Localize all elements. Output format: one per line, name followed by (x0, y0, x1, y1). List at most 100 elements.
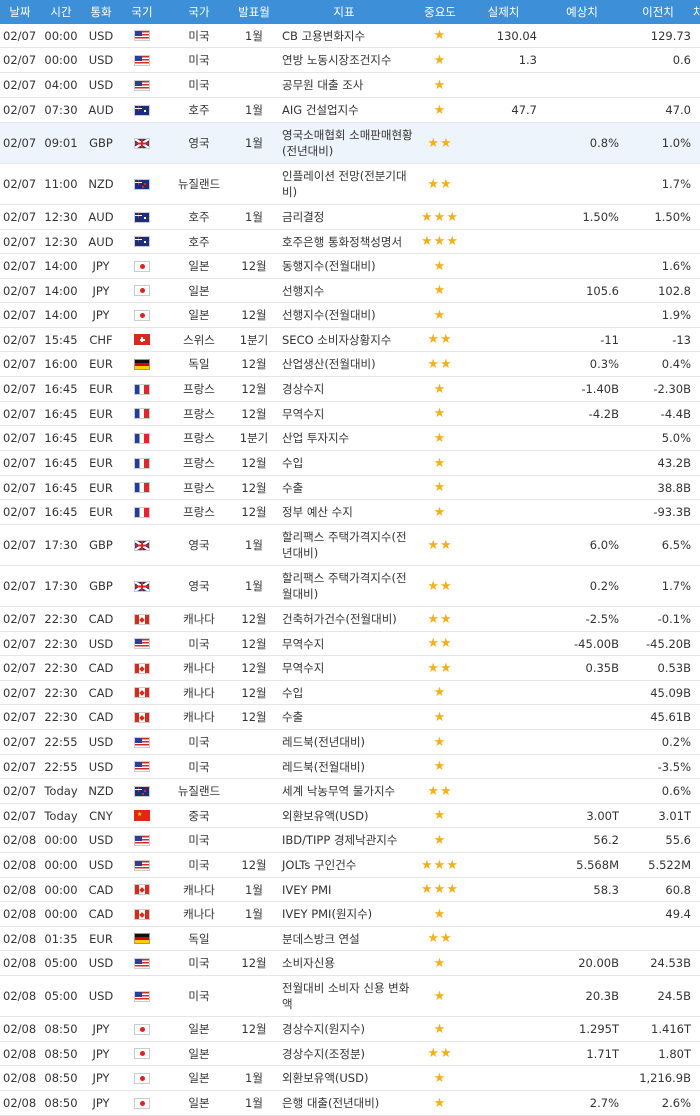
header-period[interactable]: 발표월 (234, 4, 274, 20)
table-row[interactable]: 02/08 08:50 JPY 일본 1월 외환보유액(USD) ★ 1,216.9B (0, 1066, 700, 1091)
table-row[interactable]: 02/07 04:00 USD 미국 공무원 대출 조사 ★ (0, 73, 700, 98)
cell-indicator[interactable]: IBD/TIPP 경제낙관지수 (274, 832, 414, 848)
cell-indicator[interactable]: 연방 노동시장조건지수 (274, 52, 414, 68)
cell-indicator[interactable]: 외환보유액(USD) (274, 1070, 414, 1086)
cell-time: Today (44, 784, 78, 798)
cell-indicator[interactable]: 인플레이션 전망(전분기대비) (274, 168, 414, 200)
cell-indicator[interactable]: 소비자신용 (274, 955, 414, 971)
table-row[interactable]: 02/07 07:30 AUD 호주 1월 AIG 건설업지수 ★ 47.7 47.0 (0, 98, 700, 123)
header-indicator[interactable]: 지표 (274, 4, 414, 20)
cell-indicator[interactable]: 정부 예산 수지 (274, 504, 414, 520)
table-row[interactable]: 02/07 16:45 EUR 프랑스 12월 경상수지 ★ -1.40B -2.30B (0, 377, 700, 402)
table-row[interactable]: 02/07 16:00 EUR 독일 12월 산업생산(전월대비) ★★ 0.3% 0.4% (0, 352, 700, 377)
cell-indicator[interactable]: 선행지수(전월대비) (274, 307, 414, 323)
table-row[interactable]: 02/08 08:50 JPY 일본 12월 경상수지(원지수) ★ 1.295T 1.416T (0, 1017, 700, 1042)
cell-indicator[interactable]: 산업 투자지수 (274, 430, 414, 446)
table-row[interactable]: 02/08 05:00 USD 미국 전월대비 소비자 신용 변화액 ★ 20.3B 24.5… (0, 976, 700, 1017)
cell-indicator[interactable]: 영국소매협회 소매판매현황(전년대비) (274, 127, 414, 159)
cell-indicator[interactable]: 공무원 대출 조사 (274, 77, 414, 93)
cell-indicator[interactable]: 경상수지(원지수) (274, 1021, 414, 1037)
table-row[interactable]: 02/07 16:45 EUR 프랑스 12월 정부 예산 수지 ★ -93.3B (0, 500, 700, 525)
table-row[interactable]: 02/07 14:00 JPY 일본 12월 선행지수(전월대비) ★ 1.9% (0, 303, 700, 328)
cell-indicator[interactable]: SECO 소비자상황지수 (274, 332, 414, 348)
cell-indicator[interactable]: 호주은행 통화정책성명서 (274, 234, 414, 250)
table-row[interactable]: 02/07 12:30 AUD 호주 호주은행 통화정책성명서 ★★★ (0, 230, 700, 254)
cell-indicator[interactable]: 금리결정 (274, 209, 414, 225)
cell-indicator[interactable]: 무역수지 (274, 636, 414, 652)
cell-indicator[interactable]: 전월대비 소비자 신용 변화액 (274, 980, 414, 1012)
cell-indicator[interactable]: 무역수지 (274, 406, 414, 422)
header-time[interactable]: 시간 (40, 4, 82, 20)
table-row[interactable]: 02/08 00:00 USD 미국 12월 JOLTs 구인건수 ★★★ 5.568M 5.5… (0, 853, 700, 878)
cell-indicator[interactable]: 할리팩스 주택가격지수(전년대비) (274, 529, 414, 561)
cell-previous: 0.53B (657, 661, 692, 675)
cell-indicator[interactable]: 무역수지 (274, 660, 414, 676)
cell-indicator[interactable]: CB 고용변화지수 (274, 28, 414, 44)
cell-indicator[interactable]: 레드북(전년대비) (274, 734, 414, 750)
cell-previous: 45.09B (650, 685, 691, 700)
header-flag[interactable]: 국기 (120, 4, 164, 20)
table-row[interactable]: 02/07 11:00 NZD 뉴질랜드 인플레이션 전망(전분기대비) ★★ 1.7% (0, 164, 700, 205)
cell-date: 02/07 (3, 431, 37, 445)
table-row[interactable]: 02/07 Today CNY ★ 중국 외환보유액(USD) ★ 3.00T 3.01T (0, 804, 700, 828)
cell-indicator[interactable]: 수출 (274, 480, 414, 496)
table-row[interactable]: 02/07 09:01 GBP 영국 1월 영국소매협회 소매판매현황(전년대비) ★★ 0.… (0, 123, 700, 164)
fr-flag-icon (134, 383, 150, 395)
cell-indicator[interactable]: 세계 낙농무역 물가지수 (274, 783, 414, 799)
table-row[interactable]: 02/07 22:55 USD 미국 레드북(전년대비) ★ 0.2% (0, 730, 700, 755)
table-row[interactable]: 02/08 05:00 USD 미국 12월 소비자신용 ★ 20.00B 24.53B (0, 951, 700, 976)
table-row[interactable]: 02/07 17:30 GBP 영국 1월 할리팩스 주택가격지수(전년대비) ★★ 6.0%… (0, 525, 700, 566)
table-row[interactable]: 02/08 00:00 USD 미국 IBD/TIPP 경제낙관지수 ★ 56.2 55.6 (0, 828, 700, 853)
table-row[interactable]: 02/07 22:55 USD 미국 레드북(전월대비) ★ -3.5% (0, 755, 700, 779)
cell-time: 17:30 (44, 579, 78, 593)
table-row[interactable]: 02/07 22:30 USD 미국 12월 무역수지 ★★ -45.00B -45.20B (0, 632, 700, 656)
table-row[interactable]: 02/07 16:45 EUR 프랑스 1분기 산업 투자지수 ★ 5.0% (0, 426, 700, 451)
cell-indicator[interactable]: IVEY PMI (274, 882, 414, 898)
table-row[interactable]: 02/07 16:45 EUR 프랑스 12월 수출 ★ 38.8B (0, 476, 700, 500)
cell-period: 12월 (241, 636, 267, 651)
cell-indicator[interactable]: AIG 건설업지수 (274, 102, 414, 118)
header-forecast[interactable]: 예상치 (541, 4, 623, 20)
cell-indicator[interactable]: 건축허가건수(전월대비) (274, 611, 414, 627)
table-row[interactable]: 02/07 22:30 CAD 캐나다 12월 수입 ★ 45.09B (0, 681, 700, 705)
cell-indicator[interactable]: IVEY PMI(원지수) (274, 906, 414, 922)
table-row[interactable]: 02/08 08:50 JPY 일본 1월 은행 대출(전년대비) ★ 2.7% 2.6% (0, 1091, 700, 1116)
cell-indicator[interactable]: 수출 (274, 709, 414, 725)
table-row[interactable]: 02/07 16:45 EUR 프랑스 12월 수입 ★ 43.2B (0, 451, 700, 476)
table-row[interactable]: 02/07 14:00 JPY 일본 선행지수 ★ 105.6 102.8 (0, 279, 700, 303)
cell-indicator[interactable]: 은행 대출(전년대비) (274, 1095, 414, 1111)
table-row[interactable]: 02/08 08:50 JPY 일본 경상수지(조정분) ★★ 1.71T 1.80T (0, 1042, 700, 1066)
table-row[interactable]: 02/07 Today NZD 뉴질랜드 세계 낙농무역 물가지수 ★★ 0.6% (0, 779, 700, 804)
cell-indicator[interactable]: 레드북(전월대비) (274, 759, 414, 775)
cell-indicator[interactable]: 외환보유액(USD) (274, 808, 414, 824)
table-row[interactable]: 02/08 00:00 CAD 캐나다 1월 IVEY PMI ★★★ 58.3 60.8 (0, 878, 700, 902)
cell-indicator[interactable]: JOLTs 구인건수 (274, 857, 414, 873)
cell-indicator[interactable]: 수입 (274, 685, 414, 701)
table-row[interactable]: 02/07 15:45 CHF 스위스 1분기 SECO 소비자상황지수 ★★ -11 -13 (0, 328, 700, 352)
header-actual[interactable]: 실제치 (466, 4, 541, 20)
cell-indicator[interactable]: 경상수지 (274, 381, 414, 397)
table-row[interactable]: 02/07 14:00 JPY 일본 12월 동행지수(전월대비) ★ 1.6% (0, 254, 700, 279)
cell-indicator[interactable]: 할리팩스 주택가격지수(전월대비) (274, 570, 414, 602)
header-currency[interactable]: 통화 (82, 4, 120, 20)
table-row[interactable]: 02/08 00:00 CAD 캐나다 1월 IVEY PMI(원지수) ★ 49.4 (0, 902, 700, 927)
cell-indicator[interactable]: 수입 (274, 455, 414, 471)
header-importance[interactable]: 중요도 (414, 4, 466, 20)
table-row[interactable]: 02/07 22:30 CAD 캐나다 12월 수출 ★ 45.61B (0, 705, 700, 730)
table-row[interactable]: 02/07 16:45 EUR 프랑스 12월 무역수지 ★ -4.2B -4.4B (0, 402, 700, 426)
table-row[interactable]: 02/07 22:30 CAD 캐나다 12월 무역수지 ★★ 0.35B 0.53B (0, 656, 700, 681)
cell-indicator[interactable]: 산업생산(전월대비) (274, 356, 414, 372)
header-date[interactable]: 날짜 (0, 4, 40, 20)
table-row[interactable]: 02/07 17:30 GBP 영국 1월 할리팩스 주택가격지수(전월대비) ★★ 0.2%… (0, 566, 700, 607)
cell-indicator[interactable]: 경상수지(조정분) (274, 1046, 414, 1062)
table-row[interactable]: 02/07 00:00 USD 미국 1월 CB 고용변화지수 ★ 130.04 129.73 (0, 24, 700, 48)
header-country[interactable]: 국가 (164, 4, 234, 20)
cell-indicator[interactable]: 분데스방크 연설 (274, 931, 414, 947)
cell-indicator[interactable]: 선행지수 (274, 283, 414, 299)
table-row[interactable]: 02/07 00:00 USD 미국 연방 노동시장조건지수 ★ 1.3 0.6 (0, 48, 700, 73)
cell-indicator[interactable]: 동행지수(전월대비) (274, 258, 414, 274)
table-row[interactable]: 02/08 01:35 EUR 독일 분데스방크 연설 ★★ (0, 927, 700, 951)
header-previous[interactable]: 이전치 (623, 4, 693, 20)
table-row[interactable]: 02/07 12:30 AUD 호주 1월 금리결정 ★★★ 1.50% 1.50% (0, 205, 700, 230)
table-row[interactable]: 02/07 22:30 CAD 캐나다 12월 건축허가건수(전월대비) ★★ -2.5% -0… (0, 607, 700, 632)
